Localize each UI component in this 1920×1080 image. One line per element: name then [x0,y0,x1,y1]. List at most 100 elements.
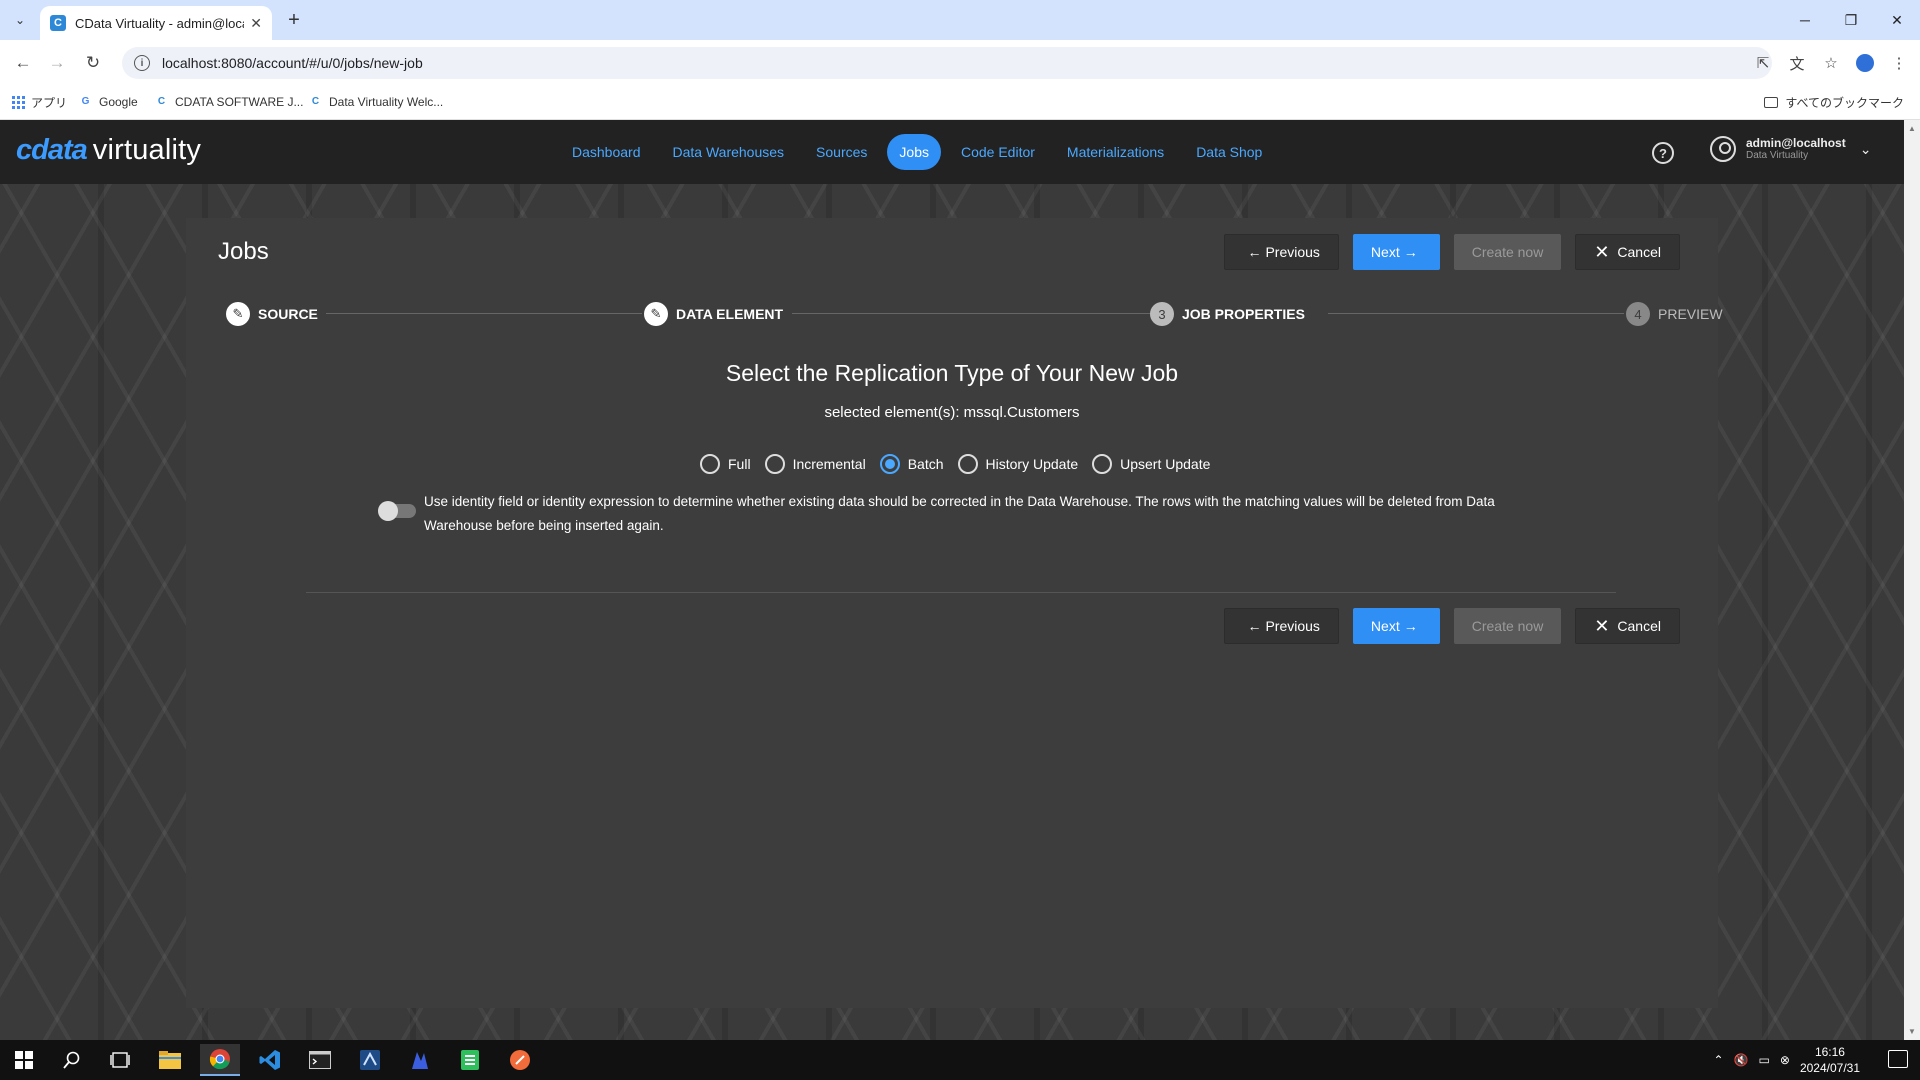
nav-code-editor[interactable]: Code Editor [949,134,1047,170]
volume-muted-icon[interactable]: 🔇 [1734,1053,1749,1067]
user-name: admin@localhost [1746,136,1846,150]
google-g-icon: G [81,96,90,107]
radio-history-update[interactable]: History Update [957,454,1078,474]
user-menu[interactable]: admin@localhost Data Virtuality ⌄ [1710,136,1871,162]
step-source[interactable]: ✎ SOURCE [226,302,318,326]
user-avatar-icon [1710,136,1736,162]
chrome-icon[interactable] [200,1044,240,1076]
scroll-up-arrow-icon[interactable]: ▲ [1907,124,1917,133]
window-close-icon[interactable]: ✕ [1874,0,1920,40]
search-icon[interactable] [52,1044,92,1076]
restore-icon[interactable]: ❐ [1828,0,1874,40]
postman-icon[interactable] [500,1044,540,1076]
cancel-button[interactable]: ✕ Cancel [1575,234,1680,270]
create-now-button[interactable]: Create now [1453,234,1562,270]
section-divider [306,592,1616,593]
ssms-icon[interactable] [350,1044,390,1076]
arrow-left-icon: ← [1247,618,1262,634]
nav-sources[interactable]: Sources [804,134,879,170]
file-explorer-icon[interactable] [150,1044,190,1076]
radio-upsert-update[interactable]: Upsert Update [1092,454,1210,474]
task-view-icon[interactable] [100,1044,140,1076]
step-preview[interactable]: 4 PREVIEW [1626,302,1723,326]
tab-title: CData Virtuality - admin@locall [75,15,245,31]
vscode-icon[interactable] [250,1044,290,1076]
bookmark-apps[interactable]: アプリ [12,94,67,111]
nav-dashboard[interactable]: Dashboard [560,134,653,170]
radio-circle[interactable] [764,454,785,474]
app-viewport: cdata virtuality Dashboard Data Warehouse… [0,120,1904,1040]
close-x-icon: ✕ [1594,241,1610,262]
address-url: localhost:8080/account/#/u/0/jobs/new-jo… [162,55,423,71]
bookmark-cdata-software[interactable]: C CDATA SOFTWARE J... [154,94,304,109]
step-connector [792,313,1162,314]
radio-circle-checked[interactable] [879,454,900,474]
tab-list-chevron-icon[interactable]: ⌄ [8,9,32,31]
tray-expand-icon[interactable]: ⌃ [1714,1053,1724,1067]
nav-materializations[interactable]: Materializations [1055,134,1176,170]
terminal-icon[interactable] [300,1044,340,1076]
spreadsheet-app-icon[interactable] [450,1044,490,1076]
new-tab-plus-icon[interactable]: + [282,8,306,32]
nav-data-warehouses[interactable]: Data Warehouses [661,134,797,170]
wizard-buttons-top: ← Previous Next → Create now ✕ Cancel [1224,234,1680,270]
step-job-properties[interactable]: 3 JOB PROPERTIES [1150,302,1305,326]
scroll-down-arrow-icon[interactable]: ▼ [1907,1027,1917,1036]
back-arrow-icon[interactable]: ← [10,50,36,76]
step-data-element[interactable]: ✎ DATA ELEMENT [644,302,783,326]
system-tray: ⌃ 🔇 ▭ ⊗ 16:16 2024/07/31 [1714,1040,1860,1080]
previous-button[interactable]: ← Previous [1224,608,1339,644]
arrow-right-icon: → [1403,618,1418,634]
cdata-c-icon: C [157,96,166,107]
bookmark-google[interactable]: G Google [78,94,138,109]
radio-circle[interactable] [1092,454,1113,474]
open-external-icon[interactable]: ⇱ [1750,50,1776,76]
radio-circle[interactable] [957,454,978,474]
identity-toggle-description: Use identity field or identity expressio… [424,494,1495,533]
browser-tab-active[interactable]: C CData Virtuality - admin@locall ✕ [40,6,272,40]
next-button[interactable]: Next → [1352,234,1440,270]
forward-arrow-icon[interactable]: → [44,50,70,76]
kebab-menu-icon[interactable]: ⋮ [1886,50,1912,76]
app-header: cdata virtuality Dashboard Data Warehouse… [0,120,1904,184]
tab-close-icon[interactable]: ✕ [250,15,262,32]
site-info-icon[interactable]: i [134,55,150,71]
identity-toggle-row: Use identity field or identity expressio… [378,490,1520,538]
pencil-icon: ✎ [644,302,668,326]
nav-jobs[interactable]: Jobs [887,134,941,170]
notification-center-icon[interactable] [1888,1050,1908,1068]
user-info: admin@localhost Data Virtuality [1746,136,1846,162]
identity-toggle-switch[interactable] [378,501,416,521]
cancel-button[interactable]: ✕ Cancel [1575,608,1680,644]
step-connector [1328,313,1624,314]
radio-circle[interactable] [700,454,720,474]
apps-grid-icon [12,96,25,109]
previous-button[interactable]: ← Previous [1224,234,1339,270]
next-button[interactable]: Next → [1352,608,1440,644]
cdata-virtuality-logo[interactable]: cdata virtuality [16,134,201,167]
chevron-down-icon: ⌄ [1859,140,1872,157]
minimize-icon[interactable]: ─ [1782,0,1828,40]
bookmark-data-virtuality[interactable]: C Data Virtuality Welc... [308,94,443,109]
radio-batch[interactable]: Batch [879,454,944,474]
all-bookmarks[interactable]: すべてのブックマーク [1764,94,1904,111]
status-icon[interactable]: ⊗ [1780,1053,1790,1067]
translate-icon[interactable]: 文 [1784,50,1810,76]
reload-icon[interactable]: ↻ [80,50,106,76]
help-question-icon[interactable]: ? [1652,142,1674,164]
create-now-button[interactable]: Create now [1453,608,1562,644]
page-scrollbar[interactable]: ▲ ▼ [1904,120,1920,1040]
bookmark-star-icon[interactable]: ☆ [1818,50,1844,76]
arrow-left-icon: ← [1247,244,1262,260]
windows-start-icon[interactable] [4,1044,44,1076]
taskbar-clock[interactable]: 16:16 2024/07/31 [1800,1044,1860,1076]
cdata-c-icon: C [311,96,320,107]
radio-incremental[interactable]: Incremental [764,454,866,474]
radio-full[interactable]: Full [700,454,751,474]
profile-icon[interactable] [1852,50,1878,76]
address-bar[interactable]: i localhost:8080/account/#/u/0/jobs/new-… [122,47,1772,79]
nav-data-shop[interactable]: Data Shop [1184,134,1274,170]
network-icon[interactable]: ▭ [1759,1053,1770,1067]
cdata-favicon-icon: C [50,15,66,31]
dbeaver-icon[interactable] [400,1044,440,1076]
